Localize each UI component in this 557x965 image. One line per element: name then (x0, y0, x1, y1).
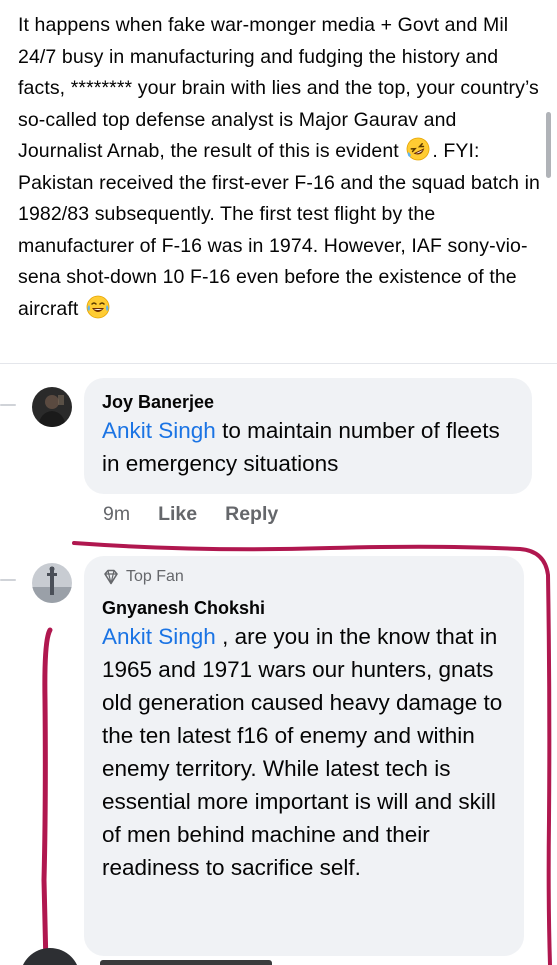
comment-text: Ankit Singh , are you in the know that i… (102, 620, 506, 884)
reply-button[interactable]: Reply (225, 503, 278, 526)
top-fan-badge: Top Fan (102, 566, 506, 588)
comment-actions: 9m Like Reply (103, 503, 306, 526)
comment-body: , are you in the know that in 1965 and 1… (102, 624, 503, 880)
floating-button[interactable] (20, 948, 80, 965)
avatar-joy-banerjee[interactable] (32, 387, 72, 427)
mention-link[interactable]: Ankit Singh (102, 624, 216, 649)
comment-bubble-gnyanesh: Top Fan Gnyanesh Chokshi Ankit Singh , a… (84, 556, 524, 956)
badge-label: Top Fan (126, 568, 184, 585)
post-text-part2: . FYI: Pakistan received the first-ever … (18, 140, 540, 320)
avatar-gnyanesh-chokshi[interactable] (32, 563, 72, 603)
comment-timestamp: 9m (103, 503, 131, 525)
facebook-comments-screen: It happens when fake war-monger media + … (0, 0, 557, 965)
mention-link[interactable]: Ankit Singh (102, 418, 216, 443)
rolling-on-floor-laughing-emoji-icon (406, 137, 430, 161)
scrollbar[interactable] (546, 112, 551, 178)
thread-line (0, 579, 16, 581)
comment-author[interactable]: Joy Banerjee (102, 390, 514, 414)
comment-bubble-joy: Joy Banerjee Ankit Singh to maintain num… (84, 378, 532, 494)
section-divider (0, 363, 557, 364)
comment-author[interactable]: Gnyanesh Chokshi (102, 596, 506, 620)
tears-of-joy-emoji-icon (86, 295, 110, 319)
home-indicator (100, 960, 272, 965)
like-button[interactable]: Like (158, 503, 197, 526)
diamond-icon (104, 569, 118, 585)
comment-text: Ankit Singh to maintain number of fleets… (102, 414, 514, 480)
thread-line (0, 404, 16, 406)
post-body: It happens when fake war-monger media + … (18, 10, 543, 325)
